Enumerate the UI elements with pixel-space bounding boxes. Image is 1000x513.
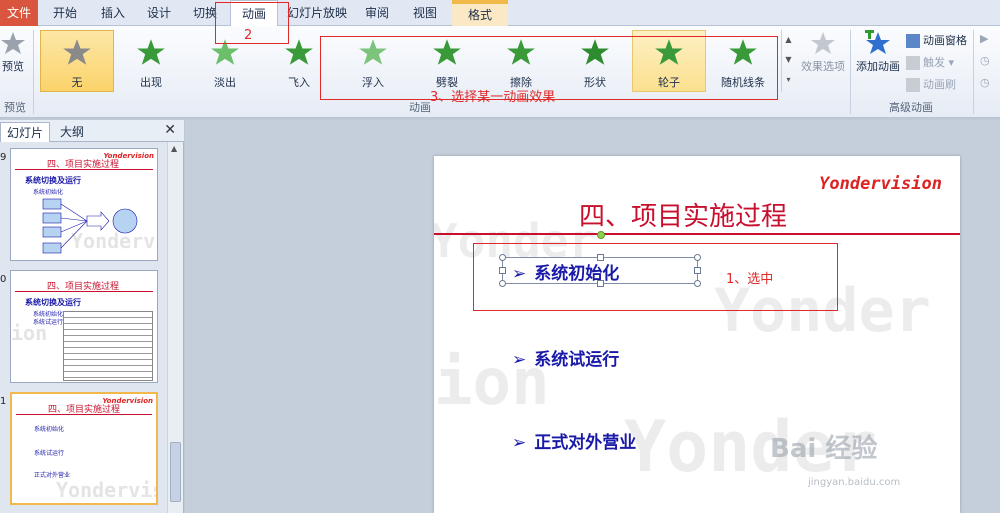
tab-slides[interactable]: 幻灯片 <box>0 122 51 142</box>
tab-file[interactable]: 文件 <box>0 0 38 26</box>
animation-painter-button[interactable]: 动画刷 <box>906 76 956 92</box>
gallery-more-icon[interactable]: ▾ <box>782 70 795 90</box>
annotation-step1: 1、选中 <box>726 272 774 287</box>
animation-appear[interactable]: 出现 <box>114 30 188 92</box>
group-label-preview: 预览 <box>4 101 26 114</box>
bullet-item[interactable]: ➢ 正式对外营业 <box>512 428 636 453</box>
baidu-watermark-url: jingyan.baidu.com <box>808 477 901 488</box>
thumb-watermark: Yondervis <box>56 478 158 502</box>
bullet-text: 正式对外营业 <box>534 433 637 453</box>
scroll-up-icon[interactable]: ▲ <box>171 144 177 153</box>
annotation-step3: 3、选择某一动画效果 <box>430 90 556 105</box>
thumb-bullet: 系统试运行 <box>34 450 65 457</box>
bullet-arrow-icon: ➢ <box>512 350 527 370</box>
ribbon-tab-bar: 文件 开始 插入 设计 切换 动画 幻灯片放映 审阅 视图 格式 <box>0 0 1000 27</box>
timing-duration-icon[interactable]: ◷ <box>980 54 990 67</box>
thumb-divider <box>16 414 152 415</box>
divider <box>850 30 851 114</box>
effect-options-star-icon <box>811 32 835 54</box>
baidu-watermark: Bai 经验 <box>770 434 878 464</box>
gallery-up-icon[interactable]: ▲ <box>782 30 795 50</box>
tab-slideshow[interactable]: 幻灯片放映 <box>284 0 350 26</box>
thumb-diagram <box>42 198 138 254</box>
thumb-subtitle: 系统切换及运行 <box>25 176 81 185</box>
slide-thumbnail-selected[interactable]: Yondervis Yondervision 四、项目实施过程 系统初始化 系统… <box>10 392 158 505</box>
gallery-down-icon[interactable]: ▼ <box>782 50 795 70</box>
pane-tab-bar: 幻灯片 大纲 ✕ <box>0 120 184 142</box>
gallery-scroll: ▲ ▼ ▾ <box>781 30 795 92</box>
thumb-divider <box>15 169 153 170</box>
trigger-button[interactable]: 触发 ▾ <box>906 54 954 70</box>
annotation-box-step1 <box>473 243 838 311</box>
slide-number: 0 <box>0 274 7 285</box>
group-label-animation: 动画 <box>409 101 431 114</box>
divider <box>33 30 34 114</box>
tab-home[interactable]: 开始 <box>44 0 86 26</box>
painter-icon <box>906 78 920 92</box>
tab-format[interactable]: 格式 <box>452 4 508 26</box>
tab-design[interactable]: 设计 <box>138 0 180 26</box>
thumb-subtitle: 系统切换及运行 <box>25 298 81 307</box>
thumb-bullet: 正式对外营业 <box>34 472 71 479</box>
animation-pane-label: 动画窗格 <box>923 34 967 47</box>
animation-none[interactable]: 无 <box>40 30 114 92</box>
tab-insert[interactable]: 插入 <box>92 0 134 26</box>
group-label-advanced: 高级动画 <box>889 101 933 114</box>
star-green-icon <box>137 39 165 65</box>
add-animation-label: 添加动画 <box>856 60 900 73</box>
divider <box>973 30 974 114</box>
timing-delay-icon[interactable]: ◷ <box>980 76 990 89</box>
effect-options-label: 效果选项 <box>801 60 845 73</box>
scroll-thumb[interactable] <box>170 442 181 502</box>
annotation-step2: 2 <box>244 28 253 43</box>
slide-thumbnail[interactable]: Yonderv Yondervision 四、项目实施过程 系统切换及运行 系统… <box>10 148 158 261</box>
bullet-item[interactable]: ➢ 系统试运行 <box>512 345 619 370</box>
animation-label: 出现 <box>140 76 162 89</box>
painter-label: 动画刷 <box>923 78 956 91</box>
preview-star-icon <box>1 32 25 54</box>
slide-thumbnail[interactable]: ion 四、项目实施过程 系统切换及运行 系统初始化 系统试运行 <box>10 270 158 383</box>
slide-number: 1 <box>0 396 7 407</box>
close-icon[interactable]: ✕ <box>164 122 176 138</box>
bullet-text: 系统试运行 <box>534 350 620 370</box>
slide-divider <box>434 233 960 235</box>
animation-label: 淡出 <box>214 76 236 89</box>
trigger-icon <box>906 56 920 70</box>
tab-review[interactable]: 审阅 <box>356 0 398 26</box>
slide-number: 9 <box>0 152 7 163</box>
timing-start-icon[interactable]: ▶ <box>980 32 988 45</box>
slide-canvas[interactable]: Yonder Yonder ion Yonder Yondervision 四、… <box>434 156 960 513</box>
slides-pane: 幻灯片 大纲 ✕ 9 Yonderv Yondervision 四、项目实施过程… <box>0 120 184 513</box>
star-gray-icon <box>63 39 91 65</box>
thumb-bullet: 系统初始化 <box>34 426 65 433</box>
slide-title[interactable]: 四、项目实施过程 <box>579 196 787 233</box>
add-animation-button[interactable]: 添加动画 <box>854 30 902 74</box>
thumb-divider <box>15 291 153 292</box>
preview-button[interactable]: 预览 <box>0 30 26 74</box>
tab-outline[interactable]: 大纲 <box>54 122 90 142</box>
animation-pane-button[interactable]: 动画窗格 <box>906 32 967 48</box>
tab-view[interactable]: 视图 <box>404 0 446 26</box>
rotate-handle[interactable] <box>597 231 605 239</box>
animation-label: 无 <box>71 76 83 89</box>
animation-pane-icon <box>906 34 920 48</box>
effect-options-button[interactable]: 效果选项 <box>798 30 848 74</box>
thumb-bullet: 系统试运行 <box>33 319 64 326</box>
bullet-arrow-icon: ➢ <box>512 433 527 453</box>
slide-logo: Yondervision <box>819 174 942 194</box>
trigger-label: 触发 <box>923 56 945 69</box>
add-animation-star-icon <box>865 30 890 54</box>
preview-label: 预览 <box>2 60 24 73</box>
thumb-table <box>63 311 153 381</box>
pane-scrollbar[interactable]: ▲ <box>167 142 183 513</box>
